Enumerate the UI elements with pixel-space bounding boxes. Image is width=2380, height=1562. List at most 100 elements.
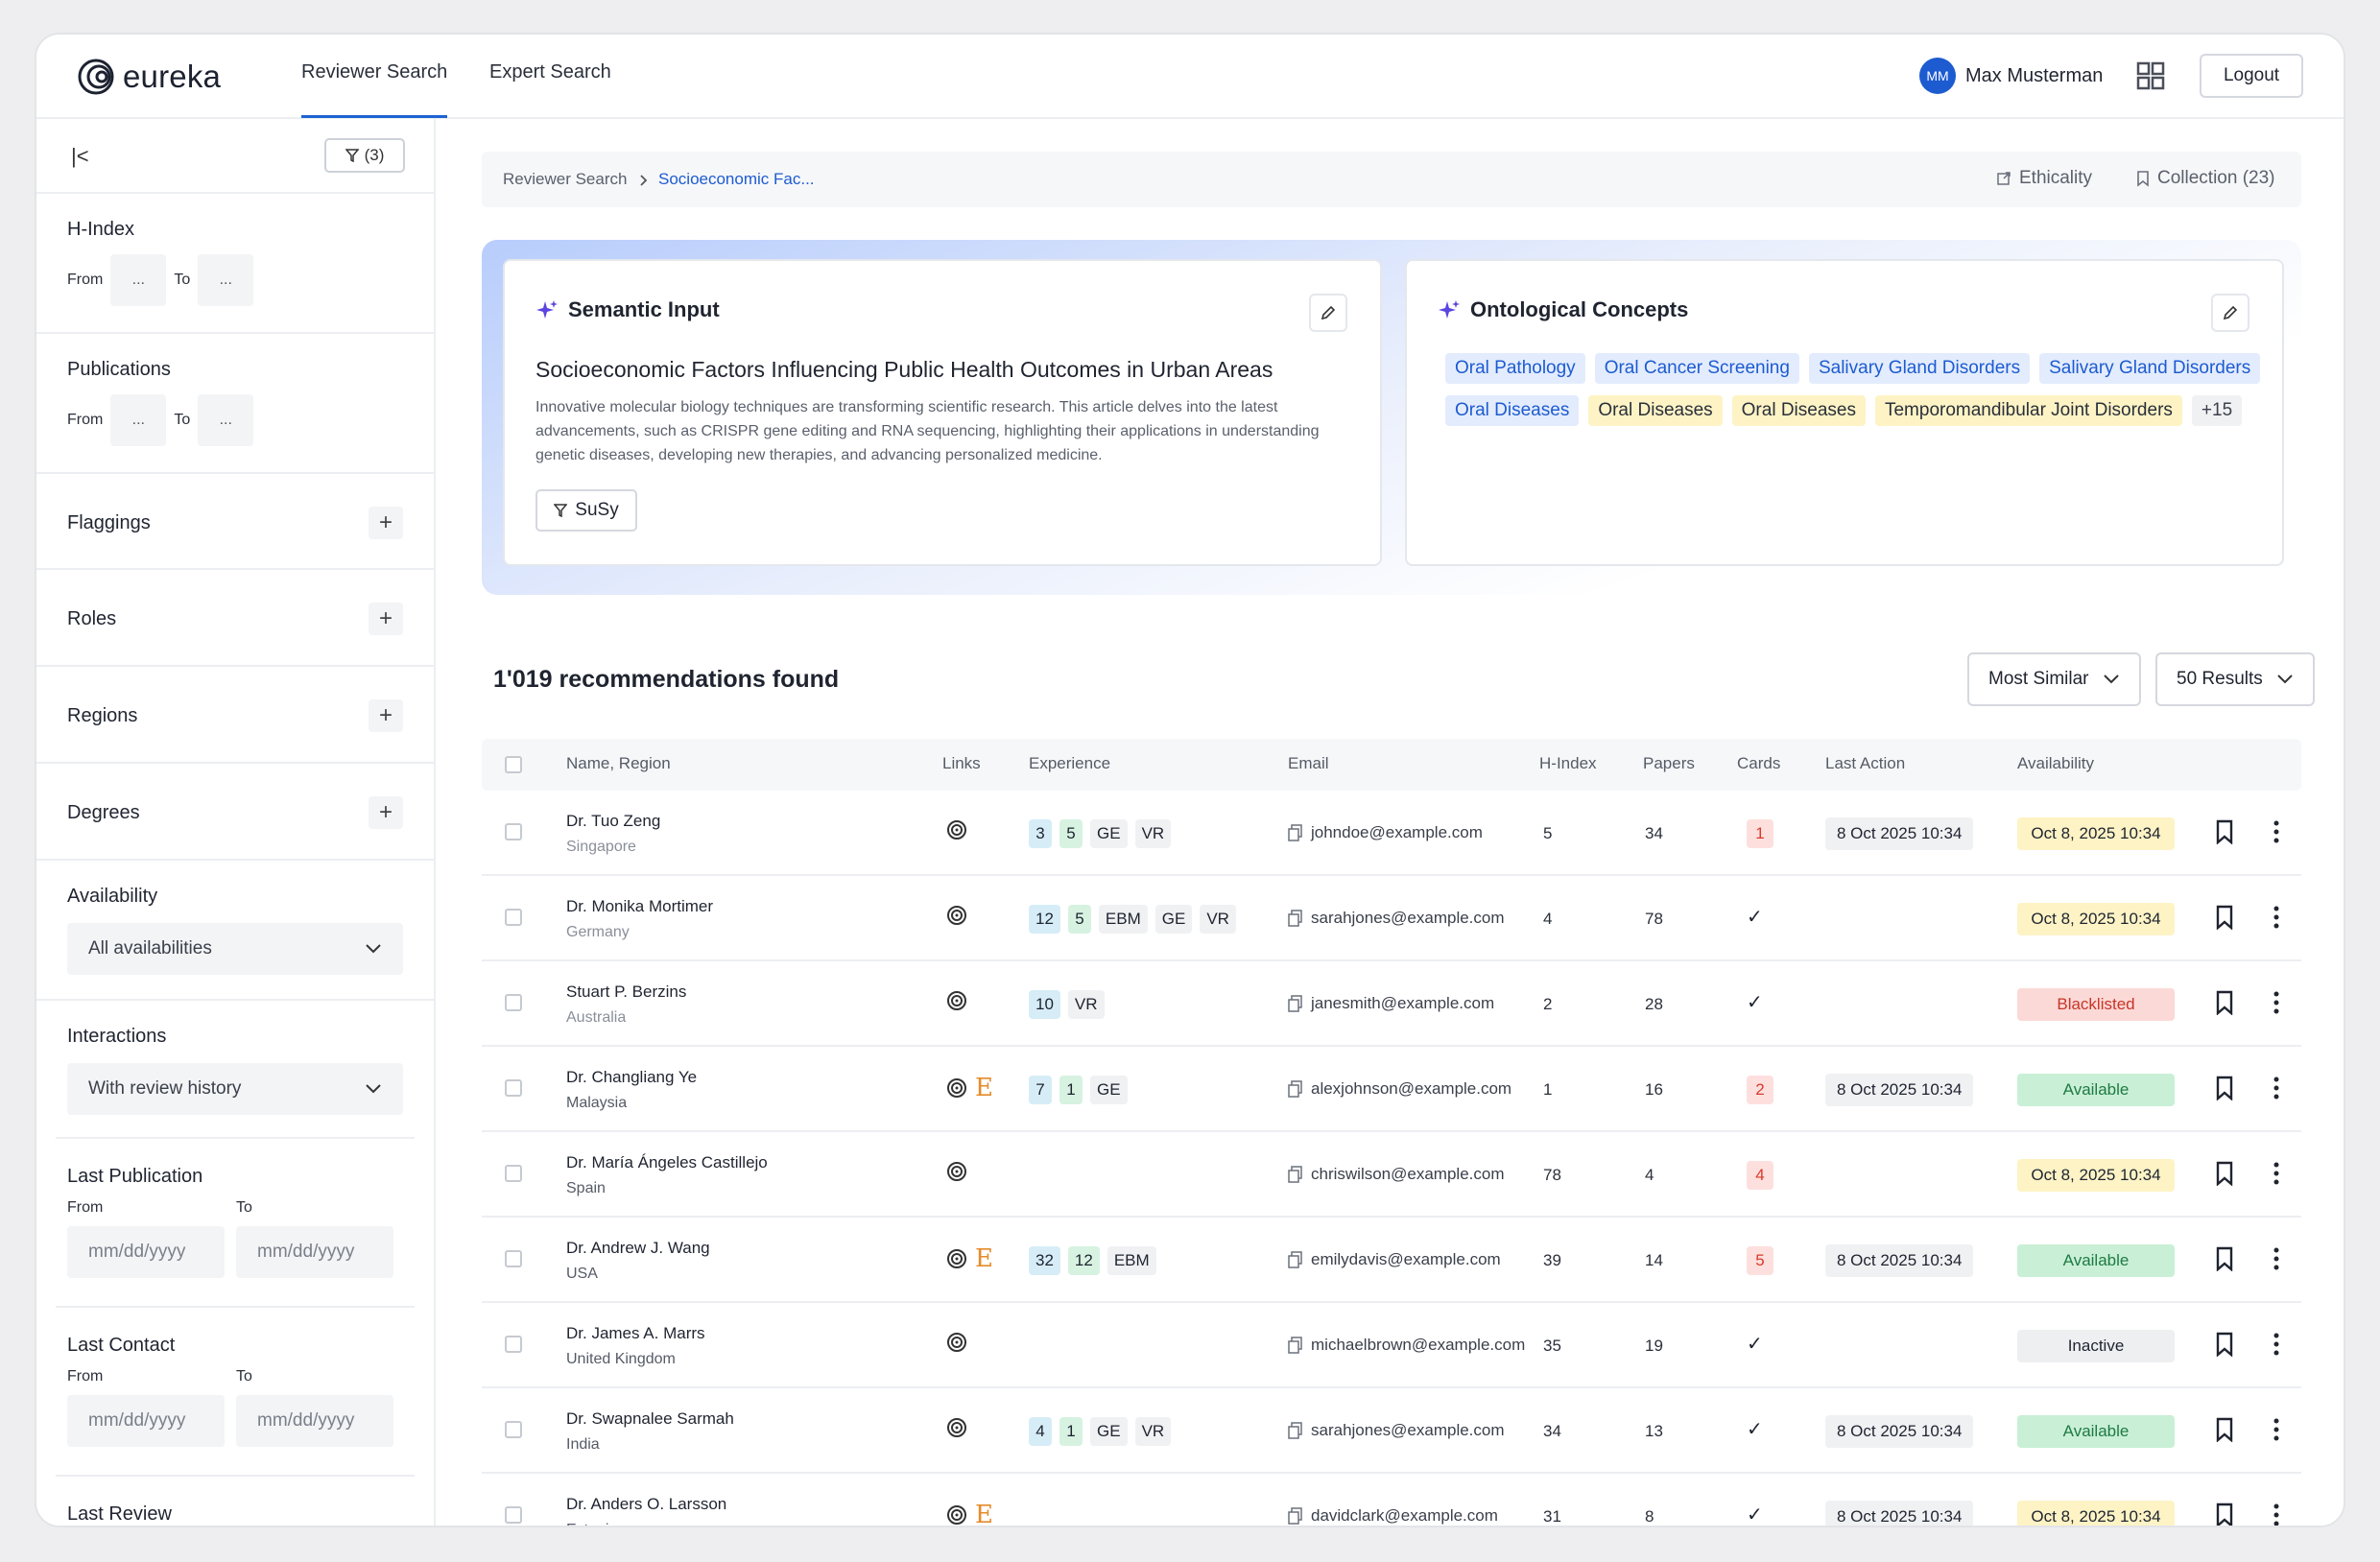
- table-row[interactable]: Dr. Tuo Zeng Singapore 3 5 GE VR johndoe@ex…: [482, 791, 2301, 876]
- availability-select[interactable]: All availabilities: [67, 923, 403, 975]
- publications-from-input[interactable]: ...: [110, 394, 167, 446]
- more-vertical-icon[interactable]: [2273, 1246, 2280, 1271]
- bookmark-button[interactable]: [2215, 1161, 2234, 1191]
- orcid-icon[interactable]: [946, 1417, 967, 1438]
- row-menu-button[interactable]: [2273, 1246, 2280, 1276]
- bookmark-button[interactable]: [2215, 1076, 2234, 1105]
- column-header-experience[interactable]: Experience: [1029, 754, 1110, 773]
- concept-chip[interactable]: Oral Diseases: [1445, 395, 1580, 426]
- bookmark-icon[interactable]: [2215, 1076, 2234, 1101]
- h-index-to-input[interactable]: ...: [198, 254, 254, 306]
- select-all-checkbox[interactable]: [505, 756, 522, 773]
- email-address[interactable]: sarahjones@example.com: [1311, 909, 1505, 928]
- e-icon[interactable]: E: [975, 1503, 993, 1526]
- orcid-icon[interactable]: [946, 1504, 967, 1526]
- susy-filter-button[interactable]: SuSy: [536, 489, 637, 532]
- column-header-name[interactable]: Name, Region: [566, 754, 671, 773]
- more-vertical-icon[interactable]: [2273, 1503, 2280, 1527]
- page-size-select[interactable]: 50 Results: [2155, 652, 2315, 706]
- row-menu-button[interactable]: [2273, 1332, 2280, 1361]
- copy-icon[interactable]: [1288, 824, 1303, 841]
- cards-badge[interactable]: 4: [1747, 1161, 1773, 1190]
- reviewer-name[interactable]: Stuart P. Berzins: [566, 982, 686, 1002]
- row-checkbox[interactable]: [505, 1506, 522, 1524]
- more-vertical-icon[interactable]: [2273, 1332, 2280, 1357]
- row-checkbox[interactable]: [505, 909, 522, 926]
- copy-icon[interactable]: [1288, 1507, 1303, 1525]
- row-checkbox[interactable]: [505, 994, 522, 1011]
- last-contact-from-input[interactable]: mm/dd/yyyy: [67, 1395, 225, 1447]
- table-row[interactable]: Dr. Monika Mortimer Germany 12 5 EBM GE VR s…: [482, 876, 2301, 961]
- column-header-availability[interactable]: Availability: [2017, 754, 2094, 773]
- reviewer-name[interactable]: Dr. Andrew J. Wang: [566, 1239, 710, 1258]
- orcid-icon[interactable]: [946, 1077, 967, 1099]
- table-row[interactable]: Dr. James A. Marrs United Kingdom michae…: [482, 1303, 2301, 1388]
- collection-link[interactable]: Collection (23): [2136, 168, 2275, 189]
- copy-icon[interactable]: [1288, 1080, 1303, 1098]
- regions-filter[interactable]: Regions +: [36, 667, 434, 764]
- row-checkbox[interactable]: [505, 1250, 522, 1267]
- last-publication-from-input[interactable]: mm/dd/yyyy: [67, 1226, 225, 1278]
- more-vertical-icon[interactable]: [2273, 1161, 2280, 1186]
- bookmark-button[interactable]: [2215, 990, 2234, 1020]
- email-address[interactable]: johndoe@example.com: [1311, 823, 1483, 842]
- more-vertical-icon[interactable]: [2273, 905, 2280, 930]
- concept-chip[interactable]: Oral Cancer Screening: [1594, 353, 1799, 384]
- concept-chip[interactable]: Temporomandibular Joint Disorders: [1874, 395, 2182, 426]
- row-menu-button[interactable]: [2273, 905, 2280, 935]
- bookmark-button[interactable]: [2215, 1246, 2234, 1276]
- h-index-from-input[interactable]: ...: [110, 254, 167, 306]
- bookmark-button[interactable]: [2215, 905, 2234, 935]
- more-vertical-icon[interactable]: [2273, 990, 2280, 1015]
- table-row[interactable]: Stuart P. Berzins Australia 10 VR janesmi…: [482, 961, 2301, 1047]
- row-menu-button[interactable]: [2273, 1503, 2280, 1527]
- email-address[interactable]: alexjohnson@example.com: [1311, 1079, 1511, 1099]
- tab-expert-search[interactable]: Expert Search: [489, 61, 611, 83]
- row-menu-button[interactable]: [2273, 990, 2280, 1020]
- copy-icon[interactable]: [1288, 1422, 1303, 1439]
- reviewer-name[interactable]: Dr. Tuo Zeng: [566, 812, 660, 831]
- email-address[interactable]: emilydavis@example.com: [1311, 1250, 1501, 1269]
- column-header-papers[interactable]: Papers: [1643, 754, 1695, 773]
- bookmark-button[interactable]: [2215, 1503, 2234, 1527]
- copy-icon[interactable]: [1288, 1166, 1303, 1183]
- bookmark-icon[interactable]: [2215, 1161, 2234, 1187]
- email-address[interactable]: chriswilson@example.com: [1311, 1165, 1505, 1184]
- e-icon[interactable]: E: [975, 1076, 993, 1100]
- degrees-filter[interactable]: Degrees +: [36, 764, 434, 861]
- bookmark-icon[interactable]: [2215, 905, 2234, 931]
- row-menu-button[interactable]: [2273, 819, 2280, 849]
- row-menu-button[interactable]: [2273, 1161, 2280, 1191]
- orcid-icon[interactable]: [946, 1332, 967, 1353]
- copy-icon[interactable]: [1288, 995, 1303, 1012]
- concept-chip[interactable]: Oral Diseases: [1588, 395, 1723, 426]
- logo[interactable]: eureka: [77, 58, 221, 96]
- flaggings-filter[interactable]: Flaggings +: [36, 474, 434, 570]
- table-row[interactable]: Dr. Changliang Ye Malaysia E 7 1 GE alexjo…: [482, 1047, 2301, 1132]
- table-row[interactable]: Dr. María Ángeles Castillejo Spain chris…: [482, 1132, 2301, 1218]
- active-filters-button[interactable]: (3): [324, 138, 405, 173]
- email-address[interactable]: sarahjones@example.com: [1311, 1421, 1505, 1440]
- more-vertical-icon[interactable]: [2273, 1417, 2280, 1442]
- concept-chip[interactable]: Oral Pathology: [1445, 353, 1585, 384]
- bookmark-icon[interactable]: [2215, 1503, 2234, 1527]
- breadcrumb-current[interactable]: Socioeconomic Fac...: [658, 170, 815, 189]
- cards-badge[interactable]: 1: [1747, 819, 1773, 848]
- email-address[interactable]: janesmith@example.com: [1311, 994, 1494, 1013]
- last-publication-to-input[interactable]: mm/dd/yyyy: [236, 1226, 393, 1278]
- bookmark-icon[interactable]: [2215, 1332, 2234, 1358]
- reviewer-name[interactable]: Dr. Monika Mortimer: [566, 897, 713, 916]
- user-menu[interactable]: MM Max Musterman: [1919, 58, 2103, 94]
- concept-chip[interactable]: Salivary Gland Disorders: [2039, 353, 2261, 384]
- plus-icon[interactable]: +: [369, 507, 403, 539]
- more-vertical-icon[interactable]: [2273, 1076, 2280, 1100]
- plus-icon[interactable]: +: [369, 603, 403, 635]
- copy-icon[interactable]: [1288, 1337, 1303, 1354]
- bookmark-button[interactable]: [2215, 819, 2234, 849]
- tab-reviewer-search[interactable]: Reviewer Search: [301, 61, 448, 118]
- sort-select[interactable]: Most Similar: [1967, 652, 2141, 706]
- reviewer-name[interactable]: Dr. Anders O. Larsson: [566, 1495, 726, 1514]
- more-vertical-icon[interactable]: [2273, 819, 2280, 844]
- row-checkbox[interactable]: [505, 1336, 522, 1353]
- reviewer-name[interactable]: Dr. James A. Marrs: [566, 1324, 705, 1343]
